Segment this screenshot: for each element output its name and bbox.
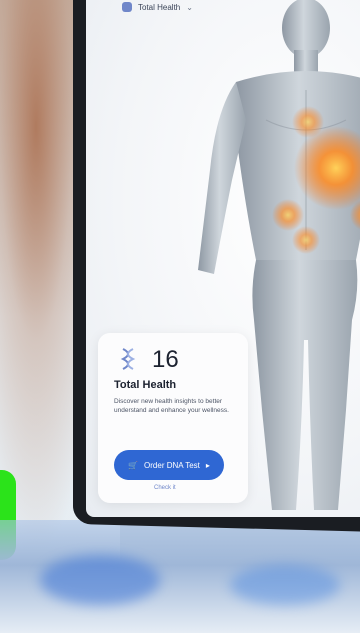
dna-icon [120, 348, 136, 370]
arrow-right-icon: ▸ [205, 460, 210, 470]
background-blob [40, 555, 160, 605]
cart-icon: 🛒 [128, 460, 139, 470]
order-button-label: Order DNA Test [144, 460, 200, 470]
order-dna-test-button[interactable]: 🛒 Order DNA Test ▸ [114, 450, 224, 480]
dna-icon [122, 2, 132, 12]
insight-count: 16 [152, 346, 179, 373]
chevron-down-icon: ⌄ [186, 2, 193, 12]
card-description: Discover new health insights to better u… [114, 398, 229, 414]
check-it-link[interactable]: Check it [154, 485, 176, 491]
dropdown-label: Total Health [138, 2, 181, 12]
card-title: Total Health [114, 379, 177, 391]
total-health-card: 16 Total Health Discover new health insi… [98, 333, 248, 503]
background-blob [230, 565, 340, 605]
